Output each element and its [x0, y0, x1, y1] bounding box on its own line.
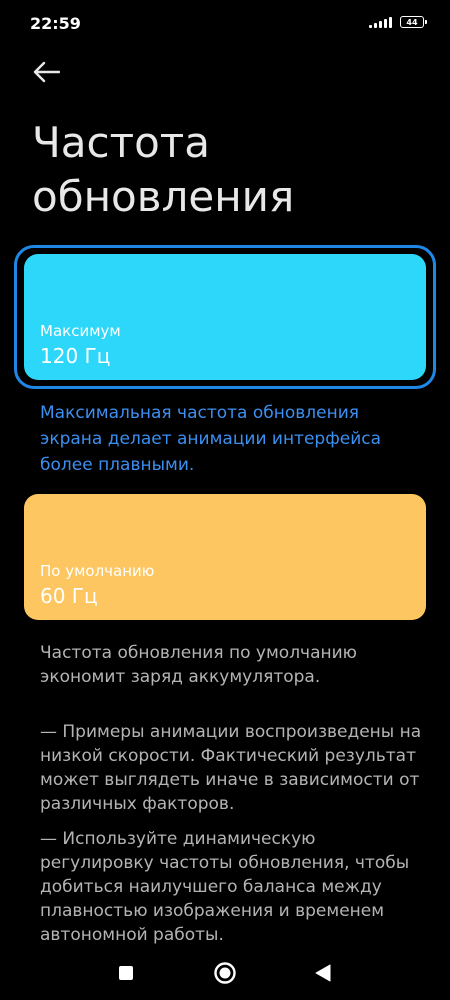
option-default-label: По умолчанию — [40, 562, 155, 580]
status-time: 22:59 — [30, 14, 81, 33]
option-max-refresh-rate[interactable]: Максимум 120 Гц — [24, 254, 426, 380]
system-navigation-bar — [0, 946, 450, 1000]
circle-icon — [214, 962, 236, 984]
system-back-button[interactable] — [308, 958, 338, 988]
status-bar: 22:59 44 — [0, 0, 450, 44]
battery-icon: 44 — [400, 16, 427, 28]
arrow-left-icon — [33, 61, 60, 83]
page-title: Частота обновления — [32, 118, 295, 221]
option-default-description: Частота обновления по умолчанию экономит… — [40, 643, 357, 687]
back-button[interactable] — [28, 54, 64, 90]
square-icon — [119, 966, 133, 980]
note-animation-speed: — Примеры анимации воспроизведены на низ… — [40, 722, 422, 814]
recents-button[interactable] — [111, 958, 141, 988]
note-dynamic-refresh: — Используйте динамическую регулировку ч… — [40, 829, 410, 945]
option-max-description: Максимальная частота обновления экрана д… — [40, 403, 382, 475]
option-default-value: 60 Гц — [40, 584, 98, 608]
battery-level: 44 — [406, 17, 418, 27]
triangle-back-icon — [315, 964, 331, 982]
status-icons: 44 — [369, 16, 427, 28]
option-max-label: Максимум — [40, 322, 121, 340]
home-button[interactable] — [210, 958, 240, 988]
signal-icon — [369, 16, 392, 28]
option-default-refresh-rate[interactable]: По умолчанию 60 Гц — [24, 494, 426, 620]
option-max-value: 120 Гц — [40, 344, 111, 368]
